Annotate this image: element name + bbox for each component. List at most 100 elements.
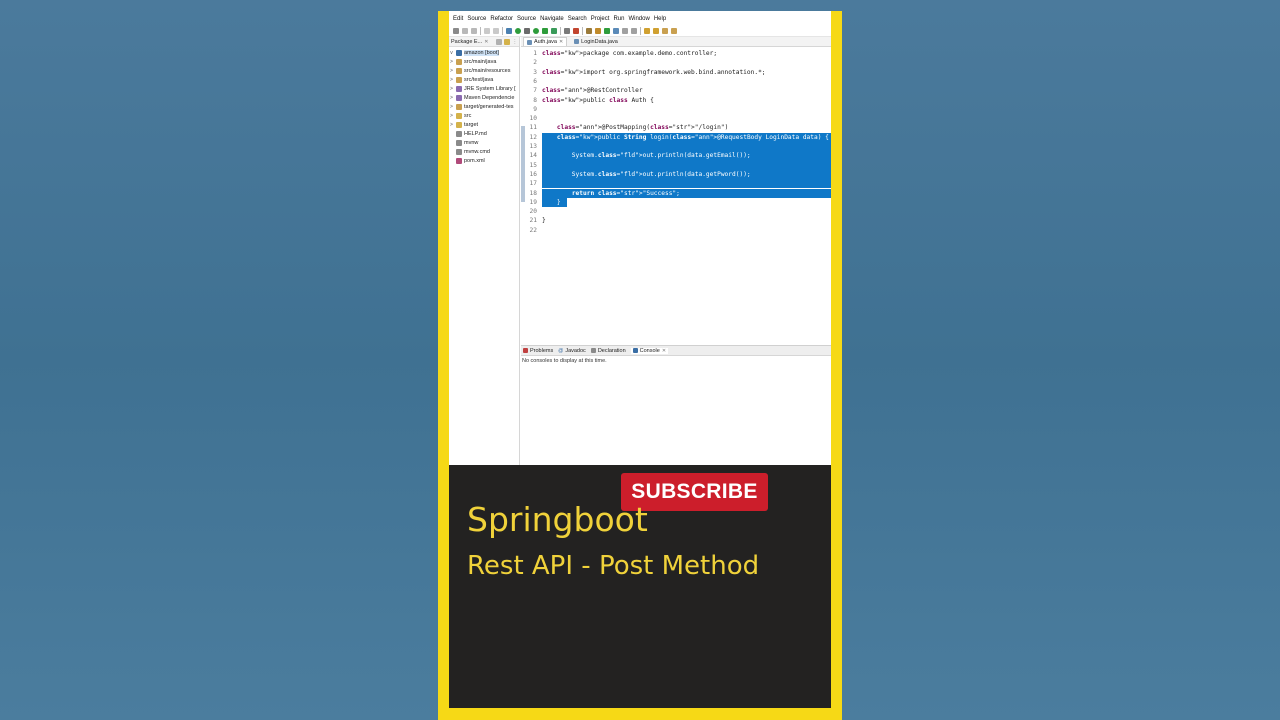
save-icon[interactable]: [462, 27, 468, 34]
tree-node-icon: [456, 130, 462, 137]
banner-title: Springboot: [467, 500, 648, 539]
tab-problems[interactable]: Problems: [523, 348, 553, 354]
tree-item[interactable]: HELP.md: [449, 129, 519, 138]
expand-twisty-icon[interactable]: >: [449, 122, 454, 128]
code-line[interactable]: 17: [521, 179, 831, 189]
close-icon[interactable]: ✕: [484, 39, 488, 45]
expand-twisty-icon[interactable]: >: [449, 68, 454, 74]
block-select-icon[interactable]: [622, 27, 628, 34]
redo-icon[interactable]: [493, 27, 499, 34]
expand-twisty-icon[interactable]: >: [449, 77, 454, 83]
code-line[interactable]: 3 class="kw">import org.springframework.w…: [521, 68, 831, 77]
line-code: System.class="fld">out.println(data.getP…: [542, 169, 831, 180]
tree-item[interactable]: > src: [449, 111, 519, 120]
whitespace-icon[interactable]: [631, 27, 637, 34]
new-java-icon[interactable]: [564, 27, 570, 34]
line-number: 12: [529, 133, 537, 141]
menu-item-edit[interactable]: Edit: [453, 16, 463, 22]
tab-javadoc[interactable]: @ Javadoc: [558, 348, 586, 354]
new-class-icon[interactable]: [573, 27, 579, 34]
tree-item[interactable]: mvnw.cmd: [449, 147, 519, 156]
tree-item[interactable]: > src/main/java: [449, 57, 519, 66]
menu-item-window[interactable]: Window: [628, 16, 649, 22]
code-line[interactable]: 21}: [521, 216, 831, 225]
code-line[interactable]: 11 class="ann">@PostMapping(class="str">…: [521, 123, 831, 132]
view-menu-icon[interactable]: ⋮: [512, 39, 517, 45]
code-line[interactable]: 15: [521, 160, 831, 170]
menu-item-project[interactable]: Project: [591, 16, 610, 22]
expand-twisty-icon[interactable]: >: [449, 59, 454, 65]
next-annotation-icon[interactable]: [644, 27, 650, 34]
menu-item-search[interactable]: Search: [568, 16, 587, 22]
terminal-icon[interactable]: [506, 27, 512, 34]
boot-run-icon[interactable]: [515, 27, 521, 34]
menu-item-run[interactable]: Run: [613, 16, 624, 22]
line-code: [542, 179, 831, 189]
tab-declaration[interactable]: Declaration: [590, 348, 626, 354]
open-task-icon[interactable]: [595, 27, 601, 34]
menu-item-navigate[interactable]: Navigate: [540, 16, 564, 22]
close-icon[interactable]: ✕: [559, 39, 563, 45]
code-line[interactable]: 6: [521, 77, 831, 86]
code-line[interactable]: 13: [521, 142, 831, 152]
code-area[interactable]: 1 class="kw">package com.example.demo.con…: [521, 48, 831, 353]
tree-item[interactable]: > JRE System Library [: [449, 84, 519, 93]
code-line[interactable]: 18 return class="str">"Success";: [521, 188, 831, 198]
tab-console[interactable]: Console ✕: [630, 347, 669, 354]
menu-item-refactor[interactable]: Refactor: [490, 16, 513, 22]
code-line[interactable]: 12 class="kw">public String login(class=…: [521, 132, 831, 142]
line-number: 6: [533, 77, 537, 85]
coverage-icon[interactable]: [542, 27, 548, 34]
tree-node-icon: [456, 103, 462, 110]
menu-item-source-2[interactable]: Source: [517, 16, 536, 22]
expand-twisty-icon[interactable]: >: [449, 95, 454, 101]
code-line[interactable]: 16 System.class="fld">out.println(data.g…: [521, 169, 831, 180]
code-line[interactable]: 10: [521, 114, 831, 123]
run-icon[interactable]: [533, 27, 539, 34]
back-icon[interactable]: [662, 27, 668, 34]
code-line[interactable]: 19 }: [521, 197, 831, 208]
banner-subtitle: Rest API - Post Method: [467, 551, 760, 581]
tree-item[interactable]: > target: [449, 120, 519, 129]
external-tools-icon[interactable]: [551, 27, 557, 34]
save-all-icon[interactable]: [471, 27, 477, 34]
highlight-icon[interactable]: [613, 27, 619, 34]
close-icon[interactable]: ✕: [662, 348, 666, 354]
code-line[interactable]: 7 class="ann">@RestController: [521, 86, 831, 95]
code-line[interactable]: 8 class="kw">public class Auth {: [521, 96, 831, 105]
code-line[interactable]: 20: [521, 207, 831, 216]
code-line[interactable]: 14 System.class="fld">out.println(data.g…: [521, 151, 831, 161]
code-line[interactable]: 2: [521, 58, 831, 67]
menu-item-source[interactable]: Source: [467, 16, 486, 22]
tree-node-icon: [456, 121, 462, 128]
new-icon[interactable]: [453, 27, 459, 34]
collapse-all-icon[interactable]: [496, 38, 503, 45]
tree-item[interactable]: pom.xml: [449, 156, 519, 165]
package-explorer-title[interactable]: Package E...: [451, 39, 482, 45]
debug-icon[interactable]: [524, 27, 530, 34]
tree-item[interactable]: mvnw: [449, 138, 519, 147]
undo-icon[interactable]: [484, 27, 490, 34]
tree-item[interactable]: > src/test/java: [449, 75, 519, 84]
tree-item[interactable]: > Maven Dependencie: [449, 93, 519, 102]
tab-auth-java[interactable]: Auth.java ✕: [523, 37, 568, 46]
open-type-icon[interactable]: [586, 27, 592, 34]
tree-item[interactable]: > target/generated-tes: [449, 102, 519, 111]
code-line[interactable]: 22: [521, 226, 831, 235]
tree-item[interactable]: > src/main/resources: [449, 66, 519, 75]
code-line[interactable]: 9: [521, 105, 831, 114]
forward-icon[interactable]: [671, 27, 677, 34]
prev-annotation-icon[interactable]: [653, 27, 659, 34]
expand-twisty-icon[interactable]: >: [449, 104, 454, 110]
expand-twisty-icon[interactable]: v: [449, 50, 454, 56]
menu-item-help[interactable]: Help: [654, 16, 666, 22]
tree-node-icon: [456, 112, 462, 119]
tree-item[interactable]: v amazon [boot]: [449, 48, 519, 57]
tree-node-icon: [456, 94, 462, 101]
tab-logindata-java[interactable]: LoginData.java: [571, 37, 621, 46]
expand-twisty-icon[interactable]: >: [449, 113, 454, 119]
expand-twisty-icon[interactable]: >: [449, 86, 454, 92]
toggle-mark-icon[interactable]: [604, 27, 610, 34]
link-editor-icon[interactable]: [504, 38, 511, 45]
code-line[interactable]: 1 class="kw">package com.example.demo.con…: [521, 49, 831, 58]
